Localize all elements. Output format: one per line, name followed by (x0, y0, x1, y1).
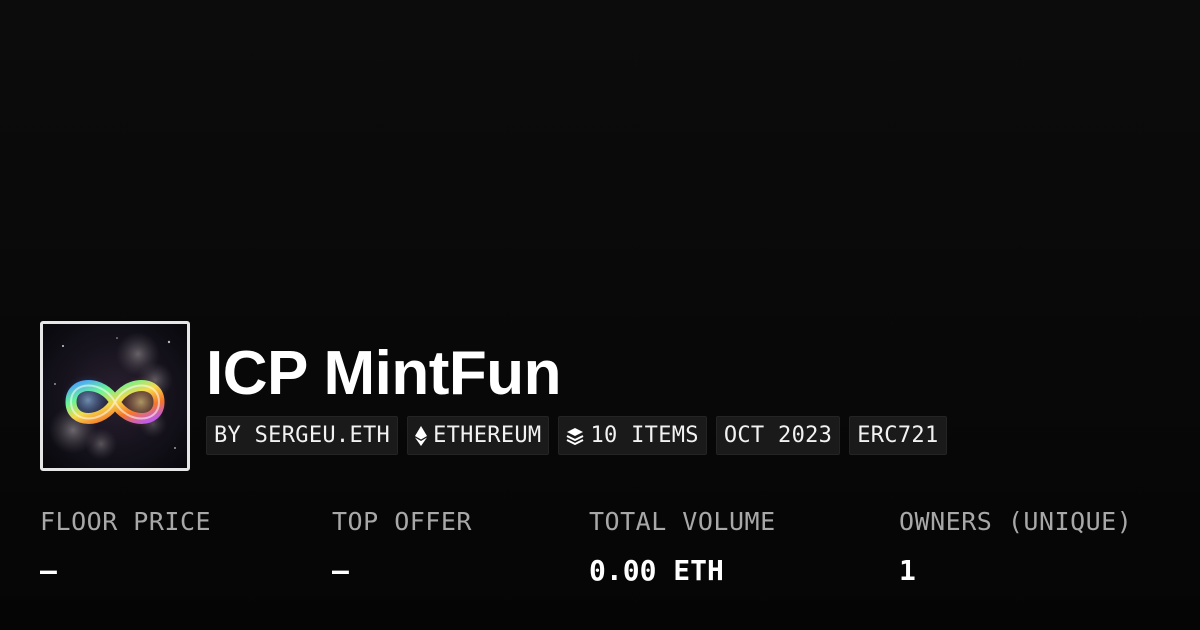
collection-thumbnail (40, 321, 190, 471)
top-offer-label: TOP OFFER (332, 507, 472, 536)
floor-price-label: FLOOR PRICE (40, 507, 212, 536)
top-offer-value: – (332, 554, 349, 587)
stat-owners: OWNERS (UNIQUE) 1 (899, 505, 1132, 589)
layers-icon (567, 427, 584, 445)
items-label: 10 ITEMS (590, 423, 699, 448)
collection-title: ICP MintFun (206, 339, 561, 408)
standard-tag: ERC721 (849, 416, 947, 455)
owners-label: OWNERS (UNIQUE) (899, 507, 1133, 536)
collection-tags: BY SERGEU.ETH ETHEREUM 10 ITEMS OCT 2023… (206, 416, 947, 455)
stat-top-offer: TOP OFFER – (332, 505, 472, 589)
total-volume-label: TOTAL VOLUME (589, 507, 776, 536)
chain-label: ETHEREUM (433, 423, 542, 448)
creator-label: BY SERGEU.ETH (214, 423, 391, 448)
creator-tag[interactable]: BY SERGEU.ETH (206, 416, 399, 455)
stat-floor-price: FLOOR PRICE – (40, 505, 211, 589)
items-tag: 10 ITEMS (558, 416, 707, 455)
total-volume-value: 0.00 ETH (589, 554, 724, 587)
infinity-nebula-artwork (43, 324, 187, 468)
owners-value: 1 (899, 554, 916, 587)
date-label: OCT 2023 (723, 423, 833, 448)
chain-tag: ETHEREUM (407, 416, 550, 455)
date-tag: OCT 2023 (715, 416, 841, 455)
stat-total-volume: TOTAL VOLUME 0.00 ETH (589, 505, 776, 589)
floor-price-value: – (40, 554, 57, 587)
standard-label: ERC721 (857, 423, 939, 448)
ethereum-icon (415, 425, 428, 446)
